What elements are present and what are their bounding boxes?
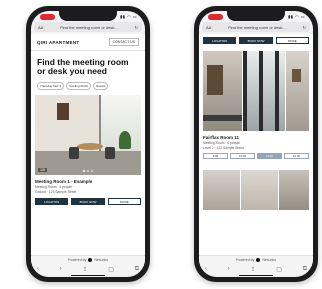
phone-right: ▮▮ ◠ ▭ AA Find the meeting room or desk.… <box>194 6 318 282</box>
phone-left: ▮▮ ◠ ▭ AA Find the meeting room or desk.… <box>26 6 150 282</box>
room-actions: LOCATION BOOK NOW MORE <box>31 194 145 209</box>
book-now-button[interactable]: BOOK NOW <box>239 37 273 44</box>
tabs-icon[interactable]: ⧉ <box>303 266 307 273</box>
powered-by-brand[interactable]: Nexudus <box>262 258 276 262</box>
reload-icon[interactable]: ↻ <box>303 25 306 30</box>
status-icons: ▮▮ ◠ ▭ <box>288 14 305 19</box>
recording-indicator <box>40 14 55 20</box>
tabs-icon[interactable]: ⧉ <box>135 266 139 273</box>
nexudus-logo-icon <box>256 258 261 263</box>
room-photo-gallery[interactable] <box>203 51 309 131</box>
notch <box>227 11 285 21</box>
photo-desk <box>203 115 242 121</box>
next-room-gallery[interactable] <box>203 170 309 210</box>
browser-toolbar: Powered by Nexudus ‹ › ⇪ ▢ ⧉ <box>31 255 145 277</box>
recording-indicator <box>208 14 223 20</box>
more-button[interactable]: MORE <box>107 198 141 205</box>
photo-chair <box>69 147 79 159</box>
notch <box>59 11 117 21</box>
page-title: Find the meeting room or desk you need <box>37 57 129 76</box>
page-content: QIRI APARTMENT CONTACT US Find the meeti… <box>31 34 145 255</box>
previous-room-actions: LOCATION BOOK NOW MORE <box>199 34 313 47</box>
time-filter-chip[interactable]: Starting 09:00 <box>66 82 91 90</box>
text-size-icon[interactable]: AA <box>206 25 211 30</box>
photo-artwork <box>57 103 69 120</box>
photo-table <box>77 143 103 150</box>
address-text[interactable]: Find the meeting room or desk... <box>46 25 131 30</box>
room-photo[interactable] <box>203 51 242 131</box>
brand-logo[interactable]: QIRI APARTMENT <box>37 40 79 45</box>
powered-by-label: Powered by <box>67 258 87 262</box>
time-slot[interactable]: 9:00 <box>203 153 228 159</box>
nexudus-logo-icon <box>88 258 93 263</box>
location-button[interactable]: LOCATION <box>35 198 69 205</box>
carousel-dot[interactable] <box>91 170 93 172</box>
address-bar[interactable]: AA Find the meeting room or desk... ↻ <box>202 22 310 32</box>
powered-by-brand[interactable]: Nexudus <box>94 258 108 262</box>
back-icon[interactable]: ‹ <box>205 266 207 273</box>
share-icon[interactable]: ⇪ <box>251 266 256 273</box>
carousel-dots[interactable] <box>83 170 93 172</box>
room-photo[interactable] <box>285 51 309 131</box>
browser-toolbar: Powered by Nexudus ‹ › ⇪ ▢ ⧉ <box>199 255 313 277</box>
filter-chips: Thursday Dec 5 Starting 09:00 Guests <box>31 80 145 95</box>
time-slot[interactable]: 12:00 <box>284 153 309 159</box>
carousel-dot[interactable] <box>87 170 89 172</box>
address-bar[interactable]: AA Find the meeting room or desk... ↻ <box>34 22 142 32</box>
photo-chair <box>105 147 115 159</box>
more-button[interactable]: MORE <box>275 37 309 44</box>
time-slot-selected[interactable]: 11:00 <box>257 153 282 159</box>
home-indicator[interactable] <box>71 274 105 276</box>
room-photo[interactable] <box>203 170 241 210</box>
room-title[interactable]: Meeting Room 1 - Example <box>31 175 145 185</box>
room-photo[interactable]: 1/5 <box>35 95 141 175</box>
photo-counter: 1/5 <box>38 168 47 172</box>
powered-by: Powered by Nexudus <box>199 258 313 263</box>
forward-icon[interactable]: › <box>228 266 230 273</box>
room-photo[interactable] <box>241 170 279 210</box>
browser-nav: ‹ › ⇪ ▢ ⧉ <box>205 266 307 273</box>
book-now-button[interactable]: BOOK NOW <box>71 198 105 205</box>
forward-icon[interactable]: › <box>60 266 62 273</box>
powered-by: Powered by Nexudus <box>31 258 145 263</box>
phone-right-screen: ▮▮ ◠ ▭ AA Find the meeting room or desk.… <box>199 11 313 277</box>
home-indicator[interactable] <box>239 274 273 276</box>
bookmarks-icon[interactable]: ▢ <box>108 266 114 273</box>
site-header: QIRI APARTMENT CONTACT US <box>31 34 145 51</box>
room-photo[interactable] <box>279 170 309 210</box>
browser-nav: ‹ › ⇪ ▢ ⧉ <box>37 266 139 273</box>
photo-glass-panel <box>278 51 285 131</box>
carousel-dot[interactable] <box>83 170 85 172</box>
photo-glass-panel <box>246 51 259 131</box>
back-icon[interactable]: ‹ <box>37 266 39 273</box>
powered-by-label: Powered by <box>235 258 255 262</box>
photo-shelf <box>207 65 223 95</box>
room-title[interactable]: Fairflax Room 11 <box>203 131 309 141</box>
page-content: LOCATION BOOK NOW MORE Fairflax Room 11 … <box>199 34 313 255</box>
room-photo[interactable] <box>242 51 285 131</box>
share-icon[interactable]: ⇪ <box>83 266 88 273</box>
date-filter-chip[interactable]: Thursday Dec 5 <box>37 82 65 90</box>
status-icons: ▮▮ ◠ ▭ <box>120 14 137 19</box>
location-button[interactable]: LOCATION <box>203 37 237 44</box>
guests-filter-chip[interactable]: Guests <box>92 82 109 90</box>
phone-left-screen: ▮▮ ◠ ▭ AA Find the meeting room or desk.… <box>31 11 145 277</box>
reload-icon[interactable]: ↻ <box>135 25 138 30</box>
photo-glass-panel <box>262 51 275 131</box>
bookmarks-icon[interactable]: ▢ <box>276 266 282 273</box>
room-card: Fairflax Room 11 Meeting Room · 6 people… <box>203 51 309 162</box>
text-size-icon[interactable]: AA <box>38 25 43 30</box>
contact-button[interactable]: CONTACT US <box>108 38 139 46</box>
photo-artwork <box>291 69 301 82</box>
photo-plant <box>119 131 131 149</box>
address-text[interactable]: Find the meeting room or desk... <box>214 25 299 30</box>
time-slot[interactable]: 10:00 <box>230 153 255 159</box>
time-slots: 9:00 10:00 11:00 12:00 <box>203 150 309 162</box>
